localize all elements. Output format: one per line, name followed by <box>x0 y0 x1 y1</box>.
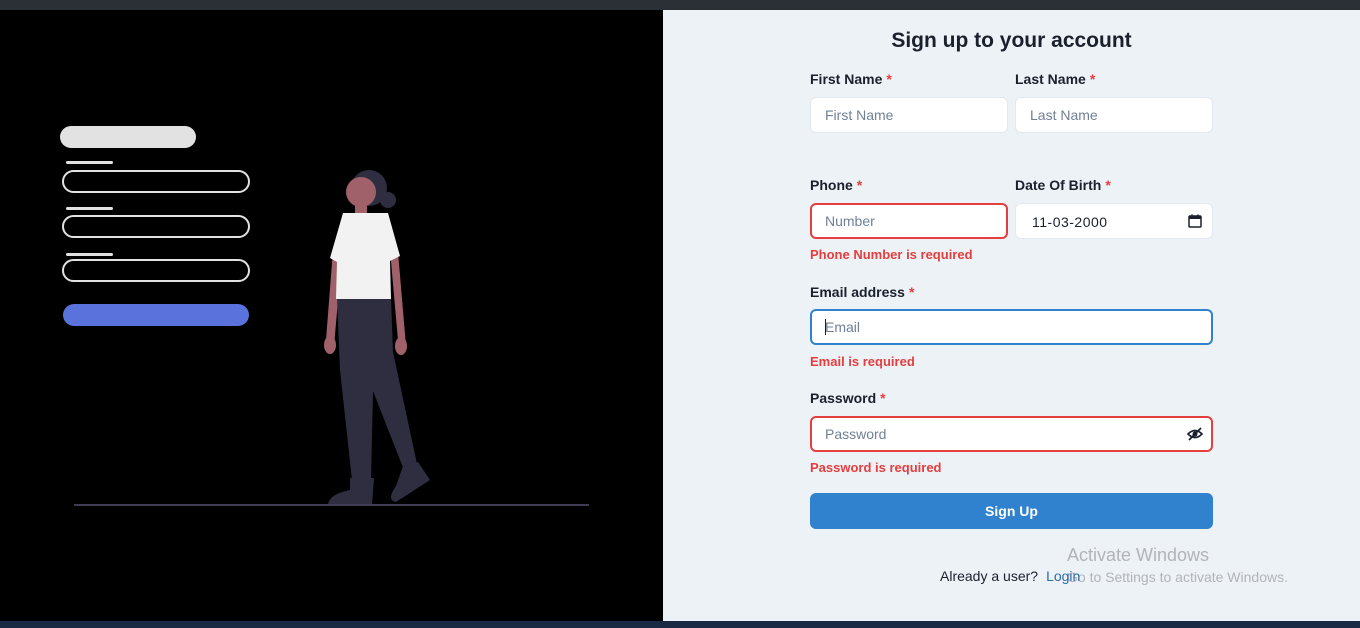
signup-panel: Sign up to your account First Name* Last… <box>663 10 1360 621</box>
email-label: Email address * <box>810 284 914 300</box>
required-asterisk: * <box>886 71 892 87</box>
first-name-input[interactable] <box>810 97 1008 133</box>
sign-up-button[interactable]: Sign Up <box>810 493 1213 529</box>
email-label-text: Email address <box>810 284 905 300</box>
phone-label: Phone * <box>810 177 862 193</box>
required-asterisk: * <box>856 177 863 193</box>
phone-error: Phone Number is required <box>810 247 973 262</box>
first-name-label-text: First Name <box>810 71 883 87</box>
email-error: Email is required <box>810 354 915 369</box>
illustration-panel <box>0 10 663 621</box>
dob-label: Date Of Birth * <box>1015 177 1111 193</box>
required-asterisk: * <box>908 284 915 300</box>
phone-input[interactable] <box>810 203 1008 239</box>
calendar-icon[interactable] <box>1188 214 1202 228</box>
password-input[interactable] <box>810 416 1213 452</box>
page-title: Sign up to your account <box>891 29 1132 52</box>
taskbar-strip <box>0 621 1360 628</box>
required-asterisk: * <box>1089 71 1096 87</box>
password-label: Password * <box>810 390 886 406</box>
person-with-form-illustration <box>60 126 589 506</box>
login-link[interactable]: Login <box>1046 568 1080 584</box>
password-label-text: Password <box>810 390 877 406</box>
password-error: Password is required <box>810 460 942 475</box>
required-asterisk: * <box>880 390 886 406</box>
login-prompt: Already a user? Login <box>940 568 1080 584</box>
window-top-strip <box>0 0 1360 10</box>
required-asterisk: * <box>1105 177 1111 193</box>
dob-label-text: Date Of Birth <box>1015 177 1102 193</box>
eye-off-icon[interactable] <box>1187 426 1203 442</box>
phone-label-text: Phone <box>810 177 853 193</box>
email-input[interactable] <box>810 309 1213 345</box>
login-prompt-text: Already a user? <box>940 568 1039 584</box>
dob-value: 11-03-2000 <box>1032 214 1108 230</box>
last-name-label: Last Name * <box>1015 71 1095 87</box>
last-name-input[interactable] <box>1015 97 1213 133</box>
last-name-label-text: Last Name <box>1015 71 1086 87</box>
first-name-label: First Name * <box>810 71 892 87</box>
text-caret <box>825 319 826 335</box>
dob-input[interactable]: 11-03-2000 <box>1015 203 1213 239</box>
